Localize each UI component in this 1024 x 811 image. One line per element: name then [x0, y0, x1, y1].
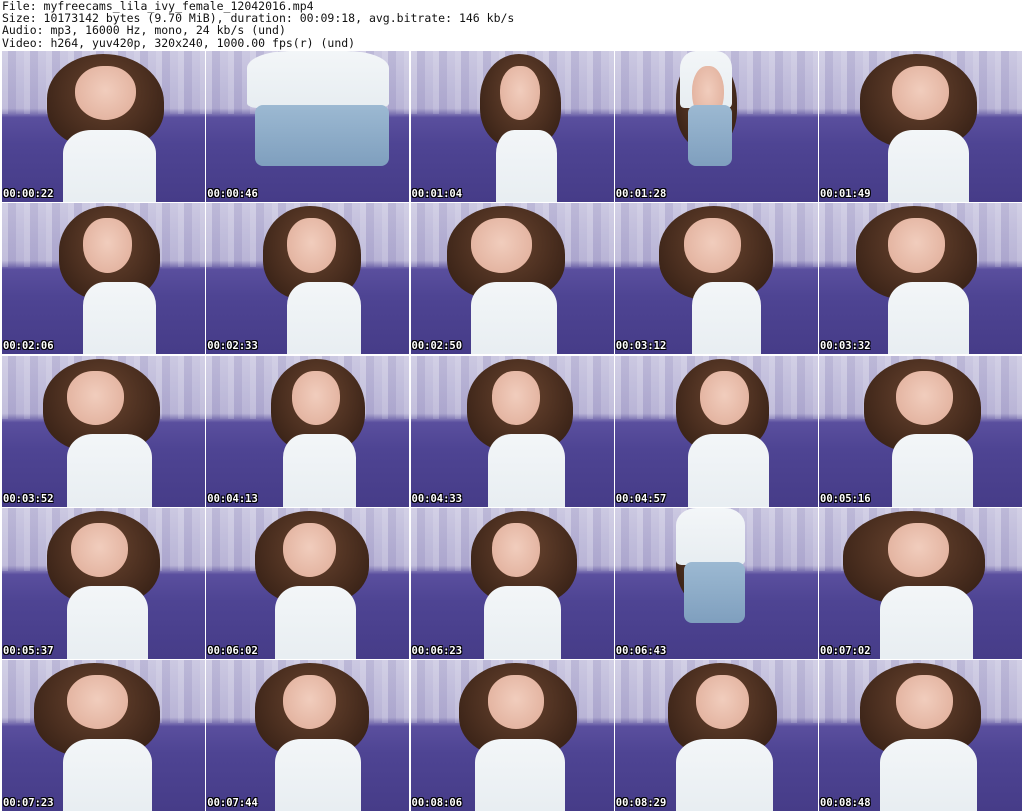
thumbnail-timestamp: 00:08:29 — [615, 797, 667, 809]
denim-shorts-shape — [687, 105, 733, 166]
audio-info-line: Audio: mp3, 16000 Hz, mono, 24 kb/s (und… — [2, 23, 286, 38]
face-shape — [71, 522, 128, 578]
thumbnail-timestamp: 00:02:50 — [411, 340, 463, 353]
video-thumbnail: 00:04:33 — [410, 355, 614, 507]
white-top-shape — [879, 738, 978, 811]
video-thumbnail: 00:04:13 — [206, 355, 410, 507]
face-shape — [291, 370, 341, 425]
thumbnail-timestamp: 00:00:22 — [3, 188, 54, 200]
thumbnail-timestamp: 00:05:16 — [820, 492, 871, 505]
face-shape — [491, 370, 541, 425]
white-top-shape — [495, 129, 557, 202]
white-top-shape — [675, 738, 774, 811]
white-top-shape — [287, 281, 361, 355]
thumbnail-timestamp: 00:06:23 — [411, 644, 463, 657]
video-thumbnail: 00:08:48 — [819, 660, 1022, 811]
white-top-shape — [66, 586, 149, 659]
face-shape — [83, 218, 132, 273]
thumbnail-grid: 00:00:22 00:00:46 00:01:04 00:01:28 00:01:49… — [2, 51, 1022, 811]
thumbnail-timestamp: 00:01:28 — [615, 188, 667, 200]
thumbnail-timestamp: 00:01:49 — [820, 188, 871, 200]
video-info-line: Video: h264, yuv420p, 320x240, 1000.00 f… — [2, 35, 356, 50]
video-thumbnail: 00:04:57 — [614, 355, 818, 507]
video-thumbnail: 00:01:04 — [410, 51, 614, 202]
white-top-shape — [675, 507, 745, 566]
face-shape — [283, 522, 337, 578]
white-top-shape — [275, 586, 357, 659]
video-thumbnail: 00:05:37 — [2, 507, 205, 659]
thumbnail-timestamp: 00:07:44 — [207, 797, 258, 809]
white-top-shape — [62, 738, 153, 811]
video-thumbnail: 00:06:43 — [614, 507, 818, 659]
thumbnail-timestamp: 00:02:33 — [207, 340, 258, 353]
video-thumbnail: 00:05:16 — [819, 355, 1022, 507]
thumbnail-timestamp: 00:08:06 — [411, 797, 463, 809]
thumbnail-timestamp: 00:03:32 — [820, 340, 871, 353]
video-thumbnail: 00:07:23 — [2, 660, 205, 811]
face-shape — [287, 218, 337, 273]
thumbnail-timestamp: 00:05:37 — [3, 644, 54, 657]
video-thumbnail: 00:06:23 — [410, 507, 614, 659]
white-top-shape — [275, 738, 361, 811]
face-shape — [888, 218, 945, 273]
video-thumbnail: 00:07:02 — [819, 507, 1022, 659]
white-top-shape — [691, 281, 761, 355]
thumbnail-timestamp: 00:04:33 — [411, 492, 463, 505]
white-top-shape — [475, 738, 565, 811]
video-thumbnail: 00:07:44 — [206, 660, 410, 811]
video-thumbnail: 00:02:33 — [206, 203, 410, 355]
video-thumbnail: 00:00:22 — [2, 51, 205, 202]
video-thumbnail: 00:00:46 — [206, 51, 410, 202]
white-top-shape — [246, 51, 389, 109]
video-thumbnail: 00:08:06 — [410, 660, 614, 811]
thumbnail-timestamp: 00:04:57 — [615, 492, 667, 505]
file-info-header: File: myfreecams_lila_ivy_female_1204201… — [2, 0, 1022, 50]
thumbnail-timestamp: 00:08:48 — [820, 797, 871, 809]
video-thumbnail: 00:01:28 — [614, 51, 818, 202]
white-top-shape — [487, 434, 565, 507]
face-shape — [66, 675, 128, 730]
thumbnail-timestamp: 00:04:13 — [207, 492, 258, 505]
thumbnail-timestamp: 00:07:23 — [3, 797, 54, 809]
video-thumbnail: 00:02:06 — [2, 203, 205, 355]
video-thumbnail: 00:03:12 — [614, 203, 818, 355]
white-top-shape — [879, 586, 974, 659]
face-shape — [683, 218, 741, 273]
thumbnail-timestamp: 00:06:02 — [207, 644, 258, 657]
white-top-shape — [483, 586, 561, 659]
thumbnail-timestamp: 00:06:43 — [615, 644, 667, 657]
thumbnail-timestamp: 00:01:04 — [411, 188, 463, 200]
white-top-shape — [471, 281, 557, 355]
face-shape — [66, 370, 124, 425]
white-top-shape — [888, 129, 970, 202]
white-top-shape — [892, 434, 974, 507]
video-thumbnail: 00:03:52 — [2, 355, 205, 507]
thumbnail-timestamp: 00:07:02 — [820, 644, 871, 657]
white-top-shape — [62, 129, 157, 202]
face-shape — [888, 522, 949, 578]
face-shape — [700, 370, 749, 425]
white-top-shape — [283, 434, 357, 507]
thumbnail-timestamp: 00:00:46 — [207, 188, 258, 200]
white-top-shape — [66, 434, 153, 507]
thumbnail-timestamp: 00:03:52 — [3, 492, 54, 505]
face-shape — [896, 370, 953, 425]
face-shape — [471, 218, 533, 273]
white-top-shape — [888, 281, 970, 355]
video-thumbnail: 00:03:32 — [819, 203, 1022, 355]
white-top-shape — [83, 281, 157, 355]
face-shape — [892, 66, 949, 121]
thumbnail-timestamp: 00:03:12 — [615, 340, 667, 353]
denim-shorts-shape — [254, 105, 389, 166]
white-top-shape — [687, 434, 770, 507]
thumbnail-timestamp: 00:02:06 — [3, 340, 54, 353]
denim-shorts-shape — [683, 562, 745, 623]
video-thumbnail: 00:08:29 — [614, 660, 818, 811]
video-thumbnail: 00:06:02 — [206, 507, 410, 659]
video-thumbnail: 00:02:50 — [410, 203, 614, 355]
face-shape — [695, 675, 749, 730]
video-thumbnail: 00:01:49 — [819, 51, 1022, 202]
